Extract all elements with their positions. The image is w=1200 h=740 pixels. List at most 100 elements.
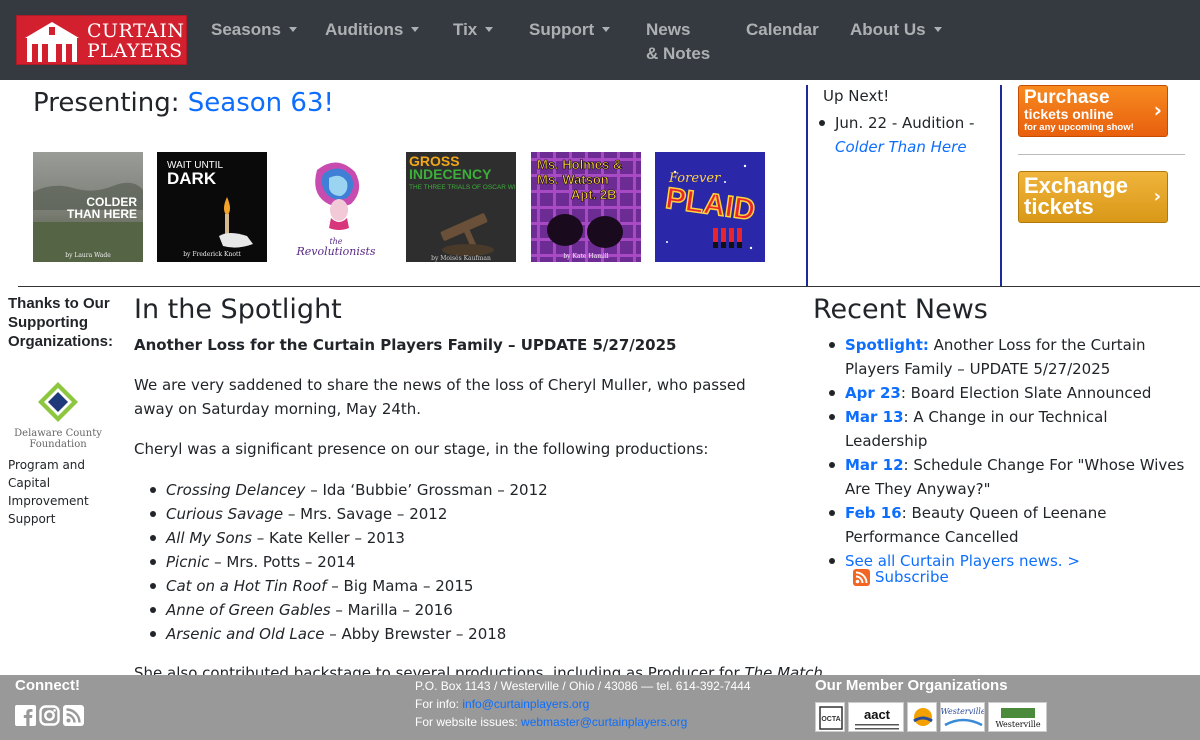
instagram-icon[interactable]: [39, 705, 60, 726]
member-logo-westerville[interactable]: Westerville: [940, 702, 985, 732]
purchase-sublabel: tickets online: [1024, 106, 1114, 122]
recent-news-title: Recent News: [813, 294, 988, 325]
news-date[interactable]: Spotlight:: [845, 336, 929, 354]
list-item: Cat on a Hot Tin Roof – Big Mama – 2015: [150, 574, 766, 598]
poster-wait-until-dark[interactable]: WAIT UNTIL DARK by Frederick Knott: [157, 152, 267, 262]
nav-item-auditions[interactable]: Auditions: [325, 18, 420, 42]
nav-item-seasons[interactable]: Seasons: [211, 18, 297, 42]
svg-text:OCTA: OCTA: [821, 716, 840, 723]
delaware-county-foundation-logo[interactable]: Delaware County Foundation: [14, 380, 104, 450]
up-next-show-link[interactable]: Colder Than Here: [835, 138, 967, 156]
chevron-right-icon: ›: [1153, 186, 1161, 207]
section-divider: [18, 286, 1200, 287]
svg-text:aact: aact: [864, 707, 891, 722]
caret-down-icon: [602, 27, 611, 32]
nav-item-about-us[interactable]: About Us: [850, 18, 942, 42]
spotlight-paragraph: We are very saddened to share the news o…: [134, 376, 746, 418]
caret-down-icon: [411, 27, 420, 32]
member-logo-aact[interactable]: aact: [848, 702, 904, 732]
news-list: Spotlight: Another Loss for the Curtain …: [829, 333, 1190, 573]
news-date[interactable]: Mar 12: [845, 456, 904, 474]
list-item: Picnic – Mrs. Potts – 2014: [150, 550, 766, 574]
webmaster-email-link[interactable]: webmaster@curtainplayers.org: [521, 715, 687, 729]
svg-text:Ms. Holmes &: Ms. Holmes &: [537, 157, 622, 172]
nav-item-support[interactable]: Support: [529, 18, 611, 42]
poster-forever-plaid[interactable]: Forever PLAID: [655, 152, 765, 262]
svg-text:THE THREE TRIALS OF OSCAR WILD: THE THREE TRIALS OF OSCAR WILDE: [409, 184, 516, 191]
svg-text:DARK: DARK: [167, 169, 217, 188]
up-next-title: Up Next!: [823, 87, 890, 105]
news-item[interactable]: Feb 16: Beauty Queen of Leenane Performa…: [829, 501, 1190, 549]
nav-label: & Notes: [646, 44, 711, 63]
nav-label: Calendar: [746, 20, 819, 39]
nav-item-news[interactable]: News & Notes: [646, 18, 710, 66]
svg-text:THAN HERE: THAN HERE: [67, 207, 137, 221]
top-navbar: CURTAIN PLAYERS Seasons Auditions Tix Su…: [0, 0, 1200, 80]
poster-colder-than-here[interactable]: COLDER THAN HERE by Laura Wade: [33, 152, 143, 262]
svg-text:Foundation: Foundation: [29, 439, 87, 450]
curtain-players-logo[interactable]: CURTAIN PLAYERS: [16, 15, 187, 65]
member-logo-octa[interactable]: OCTA: [815, 702, 845, 732]
nav-label: About Us: [850, 20, 926, 39]
member-orgs-heading: Our Member Organizations: [815, 677, 1008, 694]
caret-down-icon: [933, 27, 942, 32]
up-next-item: Jun. 22 - Audition - Colder Than Here: [819, 111, 995, 159]
member-logo-westerville-chamber[interactable]: Westerville: [988, 702, 1047, 732]
member-logo-arts[interactable]: [907, 702, 937, 732]
info-email-link[interactable]: info@curtainplayers.org: [462, 697, 589, 711]
connect-heading: Connect!: [15, 677, 80, 694]
poster-author: by Kate Hamill: [563, 253, 608, 260]
list-item: Curious Savage – Mrs. Savage – 2012: [150, 502, 766, 526]
facebook-icon[interactable]: [15, 705, 36, 726]
exchange-sublabel: tickets: [1024, 194, 1094, 219]
nav-label: Support: [529, 20, 595, 39]
nav-item-tix[interactable]: Tix: [453, 18, 494, 42]
rss-icon: [853, 569, 870, 586]
list-item: Crossing Delancey – Ida ‘Bubbie’ Grossma…: [150, 478, 766, 502]
subscribe-link[interactable]: Subscribe: [853, 567, 949, 587]
poster-ms-holmes-ms-watson[interactable]: Ms. Holmes & Ms. Watson Apt. 2B by Kate …: [531, 152, 641, 262]
news-item[interactable]: Apr 23: Board Election Slate Announced: [829, 381, 1190, 405]
caret-down-icon: [485, 27, 494, 32]
list-item: All My Sons – Kate Keller – 2013: [150, 526, 766, 550]
poster-gross-indecency[interactable]: GROSS INDECENCY THE THREE TRIALS OF OSCA…: [406, 152, 516, 262]
nav-label: News: [646, 20, 691, 39]
logo-text-curtain: CURTAIN: [87, 20, 185, 42]
svg-text:Westerville: Westerville: [941, 707, 985, 716]
exchange-tickets-button[interactable]: Exchange tickets ›: [1018, 171, 1168, 223]
rss-feed-icon[interactable]: [63, 705, 84, 726]
news-date[interactable]: Feb 16: [845, 504, 902, 522]
news-date[interactable]: Mar 13: [845, 408, 904, 426]
poster-author: by Frederick Knott: [183, 251, 241, 258]
spotlight-title: In the Spotlight: [134, 294, 342, 325]
theater-house-icon: [25, 22, 79, 62]
sponsor-caption: Program and Capital Improvement Support: [8, 458, 89, 526]
svg-text:Apt. 2B: Apt. 2B: [571, 187, 617, 202]
spotlight-headline: Another Loss for the Curtain Players Fam…: [134, 336, 677, 354]
svg-text:Ms. Watson: Ms. Watson: [537, 172, 609, 187]
caret-down-icon: [288, 27, 297, 32]
contact-info: P.O. Box 1143 / Westerville / Ohio / 430…: [415, 677, 751, 731]
web-label: For website issues:: [415, 715, 522, 729]
spotlight-paragraph: Cheryl was a significant presence on our…: [134, 440, 709, 458]
subscribe-label[interactable]: Subscribe: [875, 568, 949, 586]
logo-text-players: PLAYERS: [87, 40, 183, 62]
svg-text:Westerville: Westerville: [995, 720, 1040, 729]
chevron-right-icon: ›: [1153, 98, 1162, 122]
news-item[interactable]: Mar 13: A Change in our Technical Leader…: [829, 405, 1190, 453]
nav-label: Seasons: [211, 20, 281, 39]
nav-item-calendar[interactable]: Calendar: [746, 18, 819, 42]
svg-text:INDECENCY: INDECENCY: [409, 166, 492, 182]
poster-the-revolutionists[interactable]: the Revolutionists: [281, 152, 391, 262]
divider: [1018, 154, 1185, 155]
list-item: Anne of Green Gables – Marilla – 2016: [150, 598, 766, 622]
purchase-tickets-button[interactable]: Purchase tickets online for any upcoming…: [1018, 85, 1168, 137]
poster-author: by Laura Wade: [65, 252, 111, 259]
purchase-caption: for any upcoming show!: [1024, 122, 1134, 133]
news-date[interactable]: Apr 23: [845, 384, 901, 402]
news-item[interactable]: Mar 12: Schedule Change For "Whose Wives…: [829, 453, 1190, 501]
nav-label: Auditions: [325, 20, 404, 39]
news-item[interactable]: Spotlight: Another Loss for the Curtain …: [829, 333, 1190, 381]
presenting-prefix: Presenting:: [33, 88, 188, 118]
season-link[interactable]: Season 63!: [188, 88, 334, 118]
